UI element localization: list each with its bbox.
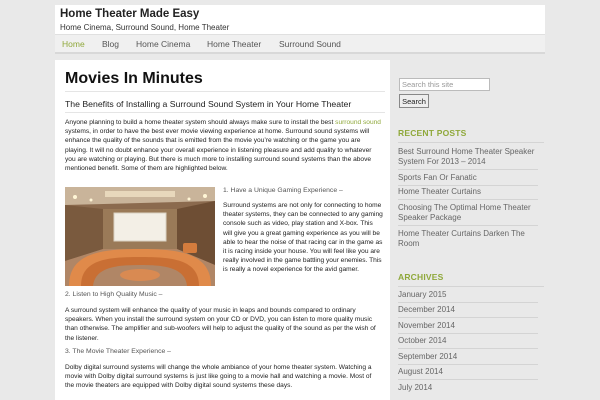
post-separator [398, 225, 538, 226]
archive-separator [398, 317, 538, 318]
section-1-text: Surround systems are not only for connec… [223, 202, 383, 274]
surround-sound-link[interactable]: surround sound [335, 119, 381, 126]
archive-link[interactable]: September 2014 [398, 352, 538, 362]
recent-posts-divider [398, 142, 544, 143]
section-3-title: 3. The Movie Theater Experience – [65, 348, 171, 355]
search-button[interactable]: Search [399, 94, 429, 108]
recent-post-link[interactable]: Best Surround Home Theater Speaker Syste… [398, 147, 538, 167]
nav-item-surround-sound[interactable]: Surround Sound [279, 39, 341, 49]
archives-divider [398, 286, 544, 287]
nav-item-home-theater[interactable]: Home Theater [207, 39, 261, 49]
archive-link[interactable]: December 2014 [398, 305, 538, 315]
archive-link[interactable]: November 2014 [398, 321, 538, 331]
archive-link[interactable]: July 2014 [398, 383, 538, 393]
subtitle-divider [65, 112, 385, 113]
site-description: Home Cinema, Surround Sound, Home Theate… [60, 23, 230, 32]
intro-paragraph: Anyone planning to build a home theater … [65, 118, 381, 173]
post-separator [398, 169, 538, 170]
archive-link[interactable]: October 2014 [398, 336, 538, 346]
archive-separator [398, 364, 538, 365]
archive-separator [398, 379, 538, 380]
archive-separator [398, 348, 538, 349]
section-2-text: A surround system will enhance the quali… [65, 307, 376, 342]
nav-item-home[interactable]: Home [62, 39, 85, 49]
intro-text-end: systems, in order to have the best ever … [65, 128, 372, 173]
archive-link[interactable]: January 2015 [398, 290, 538, 300]
archive-link[interactable]: August 2014 [398, 367, 538, 377]
search-input[interactable]: Search this site [399, 78, 490, 91]
site-title[interactable]: Home Theater Made Easy [60, 8, 199, 20]
nav-item-blog[interactable]: Blog [102, 39, 119, 49]
archive-separator [398, 333, 538, 334]
section-1-title: 1. Have a Unique Gaming Experience – [223, 187, 343, 194]
post-subtitle: The Benefits of Installing a Surround So… [65, 99, 352, 109]
site-header: Home Theater Made Easy Home Cinema, Surr… [55, 5, 545, 34]
home-theater-photo [65, 187, 215, 286]
main-content: Movies In Minutes The Benefits of Instal… [55, 60, 390, 400]
post-title[interactable]: Movies In Minutes [65, 70, 203, 88]
nav-item-home-cinema[interactable]: Home Cinema [136, 39, 190, 49]
recent-posts-title: RECENT POSTS [398, 128, 467, 138]
recent-post-link[interactable]: Sports Fan Or Fanatic [398, 173, 538, 183]
post-separator [398, 185, 538, 186]
intro-text-start: Anyone planning to build a home theater … [65, 119, 336, 126]
archives-title: ARCHIVES [398, 272, 444, 282]
archive-separator [398, 302, 538, 303]
recent-post-link[interactable]: Choosing The Optimal Home Theater Speake… [398, 203, 538, 223]
title-divider [65, 91, 385, 92]
section-3-text: Dolby digital surround systems will chan… [65, 364, 372, 390]
recent-post-link[interactable]: Home Theater Curtains [398, 187, 538, 197]
main-nav: Home Blog Home Cinema Home Theater Surro… [55, 34, 545, 54]
sidebar: Search this site Search RECENT POSTS Bes… [393, 68, 545, 400]
section-2-title: 2. Listen to High Quality Music – [65, 291, 163, 298]
recent-post-link[interactable]: Home Theater Curtains Darken The Room [398, 229, 538, 249]
post-separator [398, 199, 538, 200]
